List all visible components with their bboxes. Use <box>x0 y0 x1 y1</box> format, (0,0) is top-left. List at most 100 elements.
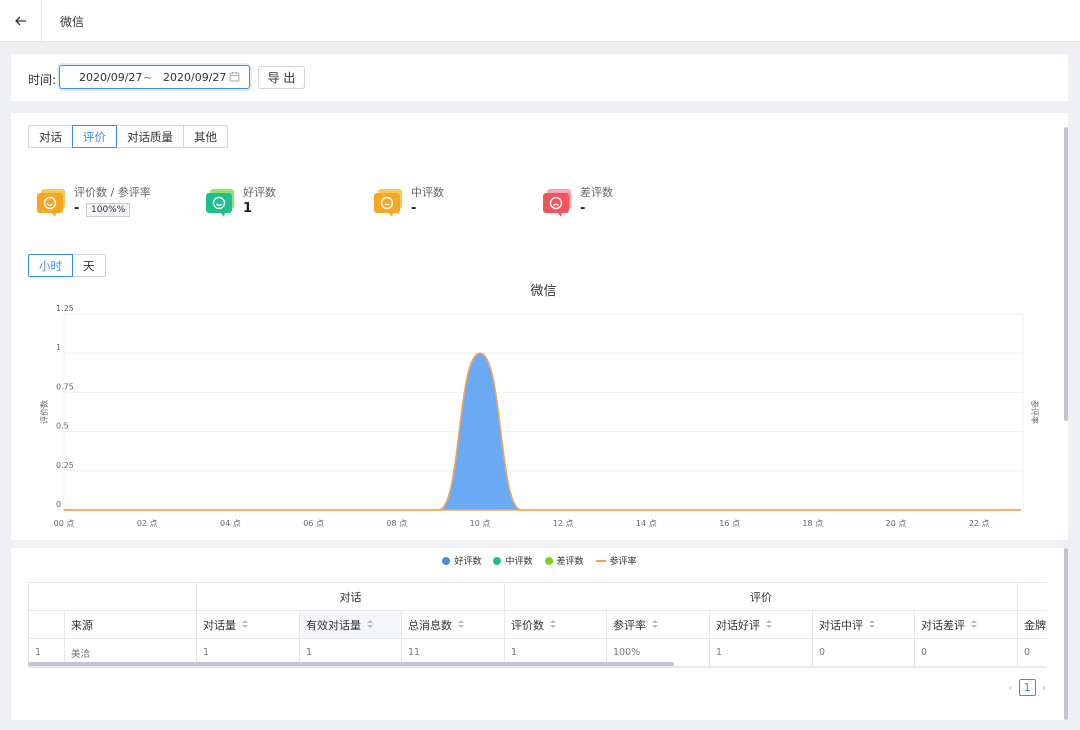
date-range-picker[interactable]: 2020/09/27 ~ 2020/09/27 <box>59 65 250 89</box>
y2-axis-label: 参评率 <box>1030 400 1040 424</box>
y-tick-label: 0 <box>56 500 61 509</box>
col-header-dialog-count[interactable]: 对话量 <box>197 611 300 639</box>
col-header-label: 有效对话量 <box>306 618 361 632</box>
date-separator: ~ <box>143 71 153 84</box>
sort-icon[interactable] <box>242 620 248 629</box>
page-title: 微信 <box>60 15 85 29</box>
col-header-valid-dialog[interactable]: 有效对话量 <box>300 611 402 639</box>
col-header-label: 参评率 <box>613 618 646 632</box>
col-header-eval-count[interactable]: 评价数 <box>505 611 607 639</box>
y-tick-label: 1.25 <box>56 304 74 313</box>
evaluation-card: 对话 评价 对话质量 其他 评价数 / 参评率 - 100%% 好评数 1 中评… <box>11 113 1068 540</box>
col-header-label: 金牌对 <box>1024 618 1047 632</box>
col-header-label: 评价数 <box>511 618 544 632</box>
table-cell: 0 <box>1018 639 1047 667</box>
col-header-source: 来源 <box>65 611 197 639</box>
cell-value: 11 <box>408 647 421 658</box>
x-tick-label: 00 点 <box>54 519 75 528</box>
legend-dot-icon <box>544 556 553 565</box>
sort-icon[interactable] <box>766 620 772 629</box>
y-axis-label: 评价数 <box>39 400 49 424</box>
chevron-left-icon[interactable]: ‹ <box>1008 681 1012 694</box>
stats-table: 对话 评价 来源 对话量 有效对话量 总消息数 评价数 参评率 对话好评 对话中… <box>28 582 1047 668</box>
x-tick-label: 16 点 <box>719 519 740 528</box>
legend-line-icon <box>595 559 606 562</box>
horizontal-scrollbar[interactable] <box>28 662 674 666</box>
cell-value: 0 <box>921 647 928 658</box>
sort-icon[interactable] <box>869 620 875 629</box>
col-header-label: 总消息数 <box>408 618 452 632</box>
row-index: 1 <box>35 647 42 658</box>
x-tick-label: 10 点 <box>470 519 491 528</box>
x-tick-label: 02 点 <box>137 519 158 528</box>
legend-label: 差评数 <box>556 557 584 567</box>
cell-value: 1 <box>203 647 210 658</box>
date-end[interactable]: 2020/09/27 <box>163 71 226 84</box>
legend-label: 中评数 <box>505 557 533 567</box>
top-bar: 微信 <box>0 0 1080 42</box>
calendar-icon <box>229 72 240 82</box>
page-number[interactable]: 1 <box>1018 679 1036 696</box>
col-header-bad[interactable]: 对话差评 <box>915 611 1018 639</box>
col-header-label: 对话量 <box>203 618 236 632</box>
table-cell: 1 <box>710 639 813 667</box>
time-label: 时间: <box>28 73 57 87</box>
legend-label: 好评数 <box>454 557 482 567</box>
x-tick-label: 20 点 <box>886 519 907 528</box>
legend-dot-icon <box>442 556 451 565</box>
sort-icon[interactable] <box>971 620 977 629</box>
chevron-right-icon[interactable]: › <box>1042 681 1046 694</box>
group-header-eval: 评价 <box>505 583 1018 611</box>
col-header-eval-rate[interactable]: 参评率 <box>607 611 710 639</box>
index-header <box>29 611 65 639</box>
sort-icon[interactable] <box>550 620 556 629</box>
date-start[interactable]: 2020/09/27 <box>79 71 142 84</box>
cell-value: 0 <box>1024 647 1031 658</box>
legend-item[interactable]: 好评数 <box>442 554 481 567</box>
table-card: 好评数 中评数 差评数 参评率 对话 评价 来源 对话量 有效对话量 总消息数 … <box>11 548 1068 720</box>
table-cell: 0 <box>813 639 915 667</box>
vertical-scrollbar[interactable] <box>1064 548 1068 720</box>
legend-item[interactable]: 中评数 <box>493 554 533 567</box>
back-button[interactable] <box>0 0 42 42</box>
col-header-label: 对话好评 <box>716 618 760 632</box>
y-tick-label: 0.25 <box>56 461 74 470</box>
legend-label: 参评率 <box>609 557 637 567</box>
chart-legend: 好评数 中评数 差评数 参评率 <box>11 554 1068 567</box>
tab-hour[interactable]: 小时 <box>28 254 73 277</box>
x-tick-label: 06 点 <box>303 519 324 528</box>
cell-value: 0 <box>819 647 826 658</box>
group-header-more <box>1018 583 1047 611</box>
x-tick-label: 12 点 <box>553 519 574 528</box>
sort-icon[interactable] <box>458 620 464 629</box>
evaluation-chart: 微信 0 0.25 0.5 0.75 1 1.25 评价数 参评率 00 点 02 点 04 点 06 … <box>39 284 1040 528</box>
group-header-dialog: 对话 <box>197 583 505 611</box>
x-tick-label: 22 点 <box>969 519 990 528</box>
cell-value: 100% <box>613 647 641 658</box>
x-tick-label: 08 点 <box>386 519 407 528</box>
x-tick-label: 18 点 <box>802 519 823 528</box>
col-header-neutral[interactable]: 对话中评 <box>813 611 915 639</box>
cell-value: 1 <box>716 647 723 658</box>
legend-item[interactable]: 差评数 <box>544 554 584 567</box>
chart-title: 微信 <box>530 284 556 299</box>
col-header-total-msgs[interactable]: 总消息数 <box>402 611 505 639</box>
x-tick-label: 04 点 <box>220 519 241 528</box>
tab-evaluation[interactable]: 评价 <box>72 125 117 148</box>
vertical-scrollbar[interactable] <box>1064 127 1068 421</box>
sort-icon[interactable] <box>367 620 373 629</box>
cell-value: 1 <box>306 647 313 658</box>
legend-item[interactable]: 参评率 <box>595 554 637 567</box>
y-tick-label: 1 <box>56 343 61 352</box>
legend-dot-icon <box>493 556 502 565</box>
y-tick-label: 0.5 <box>56 422 69 431</box>
export-button[interactable]: 导 出 <box>258 66 305 89</box>
y-tick-label: 0.75 <box>56 382 74 391</box>
col-header-good[interactable]: 对话好评 <box>710 611 813 639</box>
col-header-source-label: 来源 <box>71 618 93 632</box>
col-header-gold[interactable]: 金牌对 <box>1018 611 1047 639</box>
sort-icon[interactable] <box>652 620 658 629</box>
col-header-label: 对话中评 <box>819 618 863 632</box>
filter-card: 时间: 2020/09/27 ~ 2020/09/27 导 出 <box>11 54 1068 101</box>
cell-value: 美洽 <box>71 648 91 660</box>
